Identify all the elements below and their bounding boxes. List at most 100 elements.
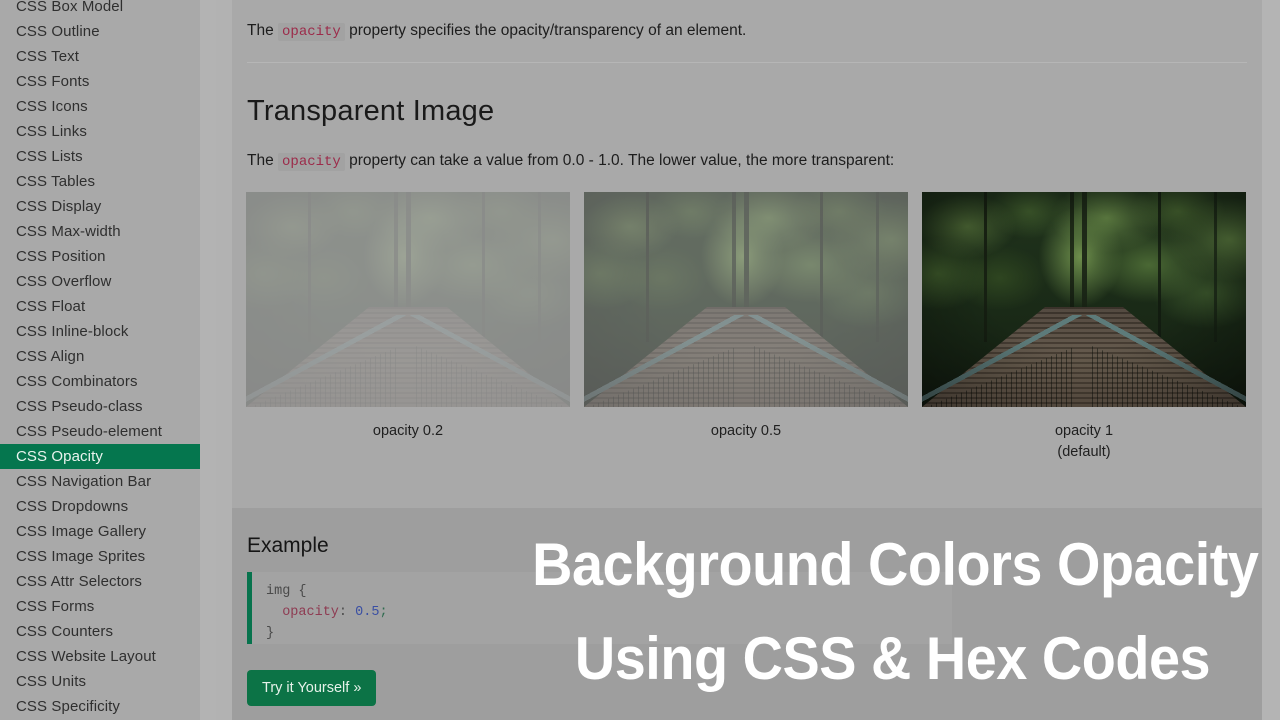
section-divider xyxy=(247,62,1247,63)
sidebar-item-css-website-layout[interactable]: CSS Website Layout xyxy=(0,644,200,669)
sidebar-item-css-icons[interactable]: CSS Icons xyxy=(0,94,200,119)
intro-paragraph: The opacity property specifies the opaci… xyxy=(247,22,747,41)
sidebar-item-css-links[interactable]: CSS Links xyxy=(0,119,200,144)
photo-frame xyxy=(922,192,1246,407)
sidebar-item-label: CSS Lists xyxy=(16,148,83,165)
sidebar-item-label: CSS Forms xyxy=(16,598,95,615)
sidebar-item-css-attr-selectors[interactable]: CSS Attr Selectors xyxy=(0,569,200,594)
sidebar-item-css-pseudo-class[interactable]: CSS Pseudo-class xyxy=(0,394,200,419)
sidebar-item-css-fonts[interactable]: CSS Fonts xyxy=(0,69,200,94)
subtitle-text-before: The xyxy=(247,152,279,169)
sidebar-item-label: CSS Tables xyxy=(16,173,96,190)
image-caption: opacity 1 (default) xyxy=(922,421,1246,463)
sidebar-item-css-inline-block[interactable]: CSS Inline-block xyxy=(0,319,200,344)
sidebar-item-label: CSS Icons xyxy=(16,98,88,115)
image-caption: opacity 0.2 xyxy=(246,421,570,442)
sidebar-item-label: CSS Align xyxy=(16,348,85,365)
code-property: opacity xyxy=(282,605,339,620)
sidebar-item-label: CSS Website Layout xyxy=(16,648,156,665)
sidebar-item-css-opacity[interactable]: CSS Opacity xyxy=(0,444,200,469)
sidebar-item-css-units[interactable]: CSS Units xyxy=(0,669,200,694)
sidebar-item-css-dropdowns[interactable]: CSS Dropdowns xyxy=(0,494,200,519)
sidebar-item-label: CSS Image Sprites xyxy=(16,548,146,565)
sidebar-item-css-counters[interactable]: CSS Counters xyxy=(0,619,200,644)
sidebar-item-label: CSS Dropdowns xyxy=(16,498,129,515)
intro-text-before: The xyxy=(247,22,279,39)
sidebar-item-label: CSS Attr Selectors xyxy=(16,573,143,590)
photo-frame xyxy=(584,192,908,407)
sidebar-item-css-combinators[interactable]: CSS Combinators xyxy=(0,369,200,394)
code-closebrace: } xyxy=(266,626,275,641)
sidebar-item-label: CSS Units xyxy=(16,673,87,690)
sidebar-item-css-display[interactable]: CSS Display xyxy=(0,194,200,219)
right-gutter xyxy=(1262,0,1280,720)
sidebar-item-label: CSS Outline xyxy=(16,23,100,40)
sidebar-item-label: CSS Links xyxy=(16,123,87,140)
image-cell-opacity-0.5: opacity 0.5 xyxy=(584,192,908,439)
code-semicolon: ; xyxy=(379,605,388,620)
photo-frame xyxy=(246,192,570,407)
photo-vignette xyxy=(584,192,908,407)
main-content: The opacity property specifies the opaci… xyxy=(232,0,1262,720)
image-caption-line-1: opacity 0.5 xyxy=(710,423,782,439)
subtitle-paragraph: The opacity property can take a value fr… xyxy=(247,152,895,171)
sidebar-item-css-lists[interactable]: CSS Lists xyxy=(0,144,200,169)
sidebar-item-label: CSS Inline-block xyxy=(16,323,129,340)
try-it-yourself-button[interactable]: Try it Yourself » xyxy=(247,670,377,706)
sidebar-item-label: CSS Specificity xyxy=(16,698,121,715)
image-caption-line-1: opacity 1 xyxy=(1054,423,1114,439)
page-root: CSS Box Model CSS Outline CSS Text CSS Font… xyxy=(0,0,1280,720)
intro-text-after: property specifies the opacity/transpare… xyxy=(344,22,747,39)
sidebar-item-css-position[interactable]: CSS Position xyxy=(0,244,200,269)
image-cell-opacity-0.2: opacity 0.2 xyxy=(246,192,570,439)
sidebar-item-css-float[interactable]: CSS Float xyxy=(0,294,200,319)
inline-code-opacity: opacity xyxy=(278,23,345,41)
page-title: Transparent Image xyxy=(247,95,495,127)
forest-bridge-photo xyxy=(922,192,1246,407)
example-heading: Example xyxy=(247,534,329,557)
code-selector: img { xyxy=(266,584,307,599)
sidebar-item-label: CSS Text xyxy=(16,48,80,65)
image-caption: opacity 0.5 xyxy=(584,421,908,442)
sidebar-item-label: CSS Position xyxy=(16,248,106,265)
photo-vignette xyxy=(246,192,570,407)
image-comparison-row: opacity 0.2 opacity 0.5 opacity 1 (default) xyxy=(246,192,1246,460)
sidebar-item-label: CSS Combinators xyxy=(16,373,138,390)
image-caption-line-1: opacity 0.2 xyxy=(372,423,444,439)
sidebar-item-label: CSS Opacity xyxy=(16,448,103,465)
sidebar-item-css-outline[interactable]: CSS Outline xyxy=(0,19,200,44)
image-caption-line-2: (default) xyxy=(1057,444,1111,460)
sidebar-nav[interactable]: CSS Box Model CSS Outline CSS Text CSS Font… xyxy=(0,0,200,720)
sidebar-item-css-text[interactable]: CSS Text xyxy=(0,44,200,69)
sidebar-item-label: CSS Overflow xyxy=(16,273,112,290)
sidebar-item-css-image-sprites[interactable]: CSS Image Sprites xyxy=(0,544,200,569)
sidebar-item-css-box-model[interactable]: CSS Box Model xyxy=(0,0,200,19)
subtitle-text-after: property can take a value from 0.0 - 1.0… xyxy=(344,152,895,169)
sidebar-item-css-max-width[interactable]: CSS Max-width xyxy=(0,219,200,244)
example-panel: Example img { opacity: 0.5; } Try it You… xyxy=(232,508,1262,720)
image-cell-opacity-1: opacity 1 (default) xyxy=(922,192,1246,460)
sidebar-item-label: CSS Image Gallery xyxy=(16,523,147,540)
sidebar-item-css-align[interactable]: CSS Align xyxy=(0,344,200,369)
sidebar-item-label: CSS Pseudo-element xyxy=(16,423,163,440)
sidebar-item-label: CSS Max-width xyxy=(16,223,121,240)
sidebar-gutter xyxy=(216,0,232,720)
sidebar-item-css-navigation-bar[interactable]: CSS Navigation Bar xyxy=(0,469,200,494)
sidebar-item-css-forms[interactable]: CSS Forms xyxy=(0,594,200,619)
photo-vignette xyxy=(922,192,1246,407)
forest-bridge-photo xyxy=(584,192,908,407)
sidebar-item-label: CSS Box Model xyxy=(16,0,124,15)
inline-code-opacity-2: opacity xyxy=(278,153,345,171)
code-block: img { opacity: 0.5; } xyxy=(247,572,952,644)
sidebar-item-label: CSS Float xyxy=(16,298,86,315)
sidebar-item-label: CSS Counters xyxy=(16,623,114,640)
code-text: img { opacity: 0.5; } xyxy=(252,572,952,644)
sidebar-item-css-pseudo-element[interactable]: CSS Pseudo-element xyxy=(0,419,200,444)
sidebar-scrollbar-track[interactable] xyxy=(200,0,414,720)
sidebar-item-css-specificity[interactable]: CSS Specificity xyxy=(0,694,200,719)
sidebar-item-css-tables[interactable]: CSS Tables xyxy=(0,169,200,194)
sidebar-item-label: CSS Display xyxy=(16,198,102,215)
sidebar-item-css-image-gallery[interactable]: CSS Image Gallery xyxy=(0,519,200,544)
sidebar-item-css-overflow[interactable]: CSS Overflow xyxy=(0,269,200,294)
sidebar-item-label: CSS Navigation Bar xyxy=(16,473,152,490)
